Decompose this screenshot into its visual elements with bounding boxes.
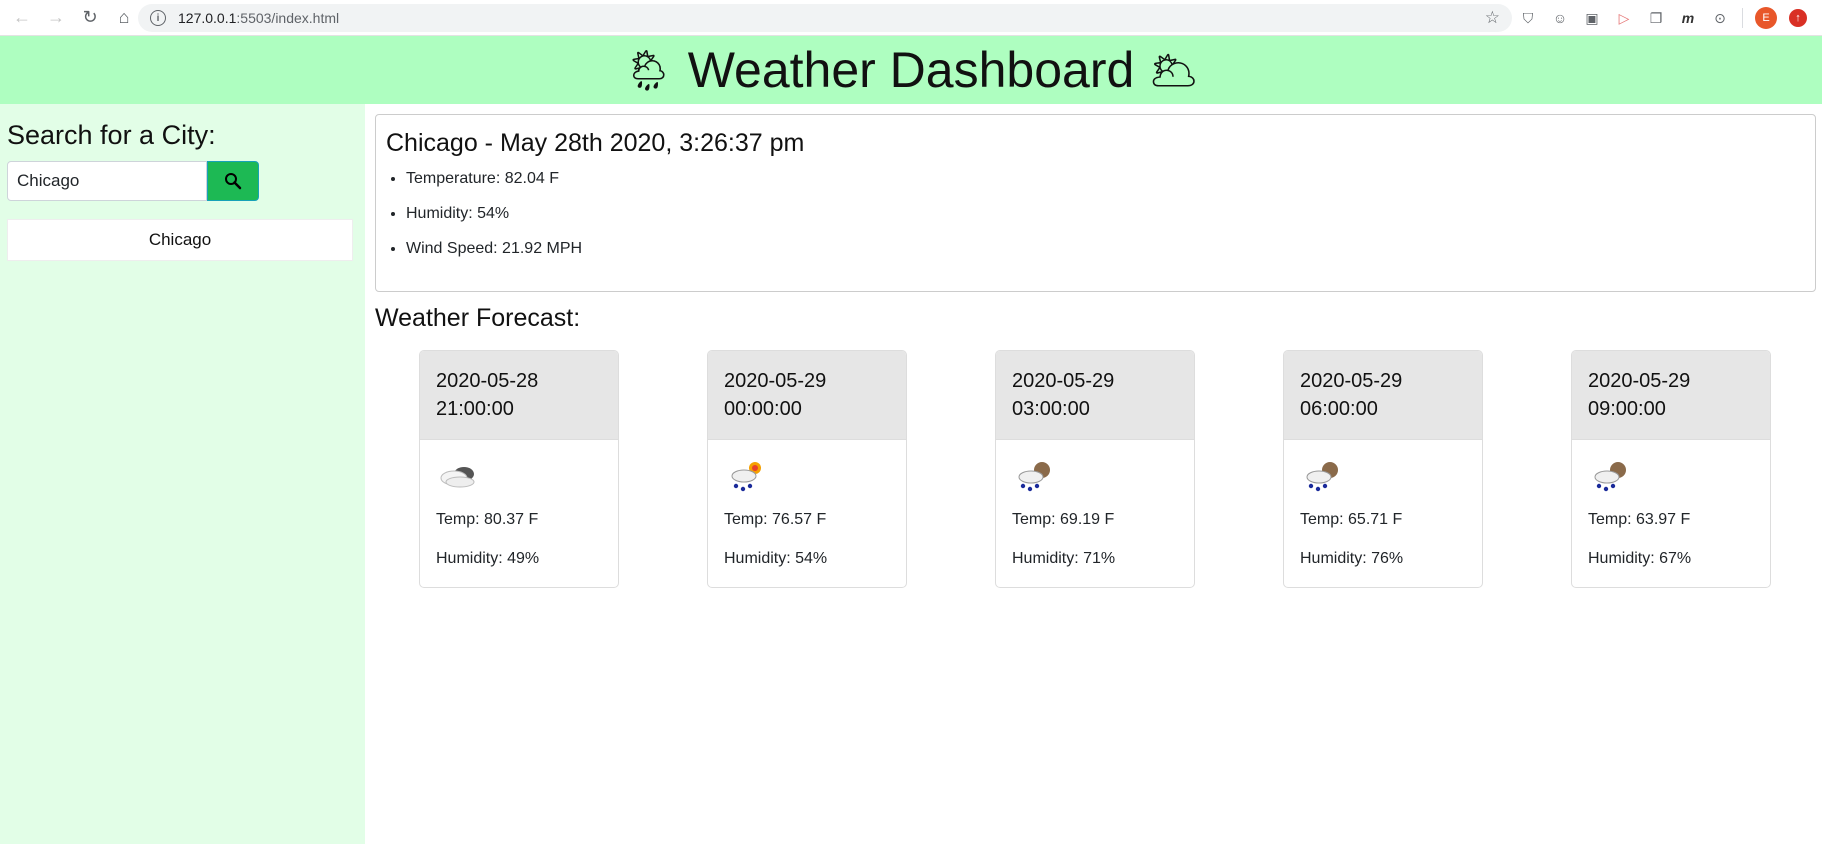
bookmark-star-icon[interactable]: ☆ <box>1485 8 1500 28</box>
search-form <box>7 161 358 201</box>
shield-extension-icon[interactable]: ⛉ <box>1518 8 1538 28</box>
overcast-clouds-icon <box>440 467 475 488</box>
forecast-card-body: Temp: 76.57 F Humidity: 54% <box>708 440 906 587</box>
forecast-time: 03:00:00 <box>1012 398 1090 420</box>
address-url: 127.0.0.1:5503/index.html <box>178 10 340 26</box>
reload-icon[interactable]: ↻ <box>76 4 104 32</box>
current-weather-list: Temperature: 82.04 F Humidity: 54% Wind … <box>406 170 1805 258</box>
browser-toolbar: ← → ↻ ⌂ i 127.0.0.1:5503/index.html ☆ ⛉ … <box>0 0 1822 36</box>
current-humidity: Humidity: 54% <box>406 205 1805 223</box>
forecast-temp: Temp: 80.37 F <box>436 511 539 528</box>
update-icon[interactable]: ↑ <box>1789 9 1807 27</box>
forecast-card: 2020-05-29 09:00:00 Temp: 63.97 F Humidi… <box>1571 350 1771 588</box>
forecast-date: 2020-05-29 <box>1588 370 1691 392</box>
search-heading: Search for a City: <box>7 120 216 150</box>
current-weather-title: Chicago - May 28th 2020, 3:26:37 pm <box>386 129 805 157</box>
sun-cloud-icon: 🌥 <box>1148 48 1200 93</box>
forward-icon[interactable]: → <box>42 4 70 32</box>
current-weather-card: Chicago - May 28th 2020, 3:26:37 pm Temp… <box>375 114 1816 292</box>
forecast-humidity: Humidity: 71% <box>1012 550 1116 567</box>
forecast-time: 21:00:00 <box>436 398 514 420</box>
page-title-text: Weather Dashboard <box>687 42 1135 98</box>
back-icon[interactable]: ← <box>8 4 36 32</box>
forecast-temp: Temp: 65.71 F <box>1300 511 1403 528</box>
forecast-date: 2020-05-28 <box>436 370 539 392</box>
forecast-date: 2020-05-29 <box>1300 370 1403 392</box>
night-rain-icon <box>1018 462 1050 492</box>
page-title: 🌦 Weather Dashboard 🌥 <box>609 41 1213 99</box>
home-icon[interactable]: ⌂ <box>110 4 138 32</box>
sun-rain-icon <box>731 462 761 492</box>
forecast-humidity: Humidity: 76% <box>1300 550 1404 567</box>
site-info-icon[interactable]: i <box>150 10 166 26</box>
forecast-temp: Temp: 63.97 F <box>1588 511 1691 528</box>
forecast-card-body: Temp: 65.71 F Humidity: 76% <box>1284 440 1482 587</box>
forecast-date: 2020-05-29 <box>1012 370 1115 392</box>
night-rain-icon <box>1306 462 1338 492</box>
profile-avatar[interactable]: E <box>1755 7 1777 29</box>
forecast-time: 06:00:00 <box>1300 398 1378 420</box>
forecast-card-header: 2020-05-29 00:00:00 <box>708 351 906 440</box>
m-extension-icon[interactable]: m <box>1678 8 1698 28</box>
forecast-card: 2020-05-29 00:00:00 Temp: 76.57 F Humidi… <box>707 350 907 588</box>
search-button[interactable] <box>207 161 259 201</box>
forecast-card-body: Temp: 63.97 F Humidity: 67% <box>1572 440 1770 587</box>
picture-in-picture-icon[interactable]: ▣ <box>1582 8 1602 28</box>
current-temperature: Temperature: 82.04 F <box>406 170 1805 188</box>
history-city-button[interactable]: Chicago <box>7 219 353 261</box>
forecast-temp: Temp: 76.57 F <box>724 511 827 528</box>
forecast-date: 2020-05-29 <box>724 370 827 392</box>
forecast-title: Weather Forecast: <box>375 304 581 332</box>
forecast-temp: Temp: 69.19 F <box>1012 511 1115 528</box>
page-header: 🌦 Weather Dashboard 🌥 <box>0 36 1822 104</box>
forecast-humidity: Humidity: 54% <box>724 550 828 567</box>
night-rain-icon <box>1594 462 1626 492</box>
forecast-card-body: Temp: 80.37 F Humidity: 49% <box>420 440 618 587</box>
forecast-card-header: 2020-05-29 09:00:00 <box>1572 351 1770 440</box>
forecast-card-body: Temp: 69.19 F Humidity: 71% <box>996 440 1194 587</box>
rain-cloud-icon: 🌦 <box>622 48 674 93</box>
forecast-card-header: 2020-05-28 21:00:00 <box>420 351 618 440</box>
address-bar[interactable]: i 127.0.0.1:5503/index.html ☆ <box>138 4 1512 32</box>
toolbar-divider <box>1742 8 1743 28</box>
cast-extension-icon[interactable]: ▷ <box>1614 8 1634 28</box>
copy-extension-icon[interactable]: ❐ <box>1646 8 1666 28</box>
forecast-card-header: 2020-05-29 03:00:00 <box>996 351 1194 440</box>
forecast-card: 2020-05-29 06:00:00 Temp: 65.71 F Humidi… <box>1283 350 1483 588</box>
face-extension-icon[interactable]: ☺ <box>1550 8 1570 28</box>
forecast-humidity: Humidity: 67% <box>1588 550 1692 567</box>
forecast-humidity: Humidity: 49% <box>436 550 540 567</box>
forecast-card-header: 2020-05-29 06:00:00 <box>1284 351 1482 440</box>
forecast-time: 09:00:00 <box>1588 398 1666 420</box>
code-extension-icon[interactable]: ⊙ <box>1710 8 1730 28</box>
city-search-input[interactable] <box>7 161 207 201</box>
forecast-time: 00:00:00 <box>724 398 802 420</box>
sidebar: Search for a City: Chicago <box>0 104 365 844</box>
forecast-card: 2020-05-29 03:00:00 Temp: 69.19 F Humidi… <box>995 350 1195 588</box>
extensions-bar: ⛉ ☺ ▣ ▷ ❐ m ⊙ E ↑ <box>1518 4 1807 32</box>
search-icon <box>225 173 242 190</box>
current-wind-speed: Wind Speed: 21.92 MPH <box>406 240 1805 258</box>
forecast-card: 2020-05-28 21:00:00 Temp: 80.37 F Humidi… <box>419 350 619 588</box>
